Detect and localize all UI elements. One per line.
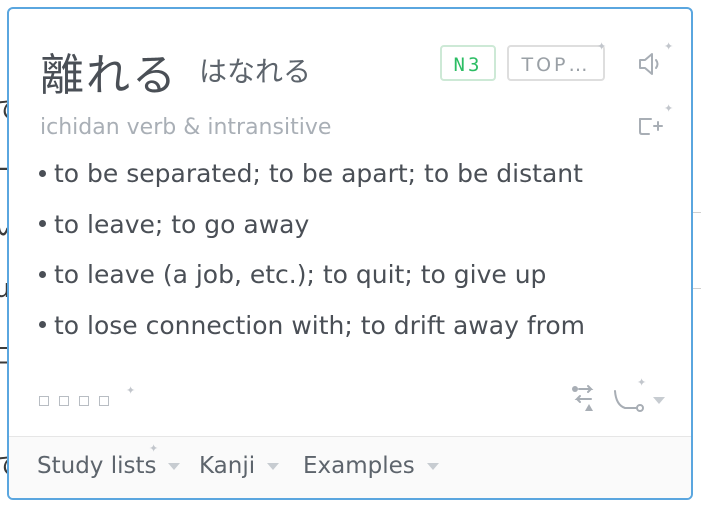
- chevron-down-icon: [426, 462, 439, 470]
- footer-tabs: Study lists ✦ Kanji Examples: [9, 436, 691, 498]
- sparkle-icon: ✦: [597, 40, 607, 53]
- headword: 離れる: [40, 50, 178, 101]
- definition-item: to lose connection with; to drift away f…: [39, 307, 585, 358]
- placeholder-box: [39, 396, 49, 406]
- chevron-down-icon[interactable]: [653, 397, 665, 404]
- chevron-down-icon: [267, 462, 280, 470]
- jlpt-badge: N3: [440, 45, 496, 81]
- path-icon[interactable]: [611, 387, 645, 413]
- part-of-speech: ichidan verb & intransitive: [40, 115, 332, 140]
- tab-kanji[interactable]: Kanji: [199, 453, 280, 479]
- chevron-down-icon: [168, 462, 181, 470]
- speaker-icon[interactable]: [637, 49, 669, 79]
- bullet: [39, 270, 46, 278]
- bullet: [39, 169, 46, 177]
- bullet: [39, 321, 46, 328]
- conjugation-icon[interactable]: [569, 383, 597, 413]
- reading: はなれる: [199, 55, 312, 88]
- add-to-list-icon[interactable]: [637, 111, 667, 139]
- definition-item: to be separated; to be apart; to be dist…: [39, 155, 585, 206]
- sparkle-icon: ✦: [664, 102, 674, 115]
- sparkle-icon: ✦: [664, 40, 674, 53]
- placeholder-box: [79, 396, 89, 406]
- kanji-placeholder-boxes: [39, 391, 119, 410]
- sparkle-icon: ✦: [149, 442, 159, 455]
- tab-label: Examples: [303, 453, 415, 479]
- frequency-badge[interactable]: TOP…: [507, 45, 605, 81]
- tab-study-lists[interactable]: Study lists: [37, 453, 181, 479]
- definition-text: to leave (a job, etc.); to quit; to give…: [54, 260, 547, 289]
- dictionary-popup: 離れる はなれる N3 TOP… ✦ ✦ ✦ ichidan verb & in…: [7, 7, 693, 500]
- sparkle-icon: ✦: [637, 376, 647, 389]
- tab-examples[interactable]: Examples: [303, 453, 439, 479]
- definition-text: to be separated; to be apart; to be dist…: [54, 159, 583, 188]
- definition-item: to leave (a job, etc.); to quit; to give…: [39, 256, 585, 307]
- placeholder-box: [59, 396, 69, 406]
- bullet: [39, 220, 46, 227]
- tab-label: Kanji: [199, 453, 256, 479]
- tab-label: Study lists: [37, 453, 157, 479]
- definition-text: to leave; to go away: [54, 209, 310, 239]
- definition-list: to be separated; to be apart; to be dist…: [39, 155, 585, 357]
- definition-item: to leave; to go away: [39, 206, 585, 257]
- definition-text: to lose connection with; to drift away f…: [54, 310, 585, 340]
- sparkle-icon: ✦: [126, 384, 136, 397]
- placeholder-box: [99, 396, 109, 406]
